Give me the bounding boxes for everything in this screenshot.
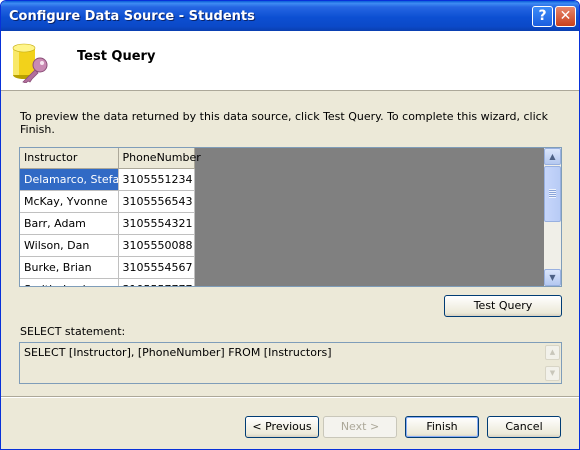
- grip-icon: [549, 189, 556, 198]
- instructions-text: To preview the data returned by this dat…: [20, 110, 549, 136]
- results-grid[interactable]: Instructor PhoneNumber Delamarco, Stefan…: [19, 147, 562, 287]
- select-statement-label: SELECT statement:: [20, 325, 126, 338]
- title-bar[interactable]: Configure Data Source - Students ? ✕: [1, 1, 579, 31]
- cell-phone[interactable]: 3105554321: [118, 212, 195, 235]
- scroll-thumb[interactable]: [544, 166, 561, 222]
- page-heading: Test Query: [77, 49, 156, 64]
- results-table[interactable]: Instructor PhoneNumber Delamarco, Stefan…: [20, 148, 201, 286]
- cell-instructor[interactable]: Burke, Brian: [20, 256, 119, 279]
- column-header-phonenumber[interactable]: PhoneNumber: [118, 148, 201, 169]
- cell-phone[interactable]: 3105557777: [118, 278, 195, 286]
- table-row[interactable]: Wilson, Dan 3105550088: [20, 234, 195, 257]
- cell-phone[interactable]: 3105550088: [118, 234, 195, 257]
- table-row[interactable]: Smith, Louis 3105557777: [20, 278, 195, 286]
- close-button[interactable]: ✕: [555, 6, 576, 27]
- sql-statement-box[interactable]: SELECT [Instructor], [PhoneNumber] FROM …: [19, 342, 562, 384]
- test-query-button[interactable]: Test Query: [444, 295, 562, 317]
- dialog-window: Configure Data Source - Students ? ✕ Tes…: [0, 0, 580, 450]
- finish-button[interactable]: Finish: [405, 416, 479, 438]
- help-button[interactable]: ?: [532, 6, 553, 27]
- cell-instructor[interactable]: Wilson, Dan: [20, 234, 119, 257]
- cell-instructor[interactable]: Delamarco, Stefan: [20, 168, 119, 191]
- scroll-up-arrow-icon: ▲: [545, 345, 560, 360]
- cancel-button[interactable]: Cancel: [487, 416, 561, 438]
- table-row[interactable]: Barr, Adam 3105554321: [20, 212, 195, 235]
- footer-divider: [1, 396, 579, 398]
- cell-instructor[interactable]: McKay, Yvonne: [20, 190, 119, 213]
- column-header-instructor[interactable]: Instructor: [20, 148, 119, 169]
- table-row[interactable]: McKay, Yvonne 3105556543: [20, 190, 195, 213]
- scroll-down-arrow-icon: ▼: [545, 366, 560, 381]
- table-row[interactable]: Delamarco, Stefan 3105551234: [20, 168, 195, 191]
- cell-phone[interactable]: 3105554567: [118, 256, 195, 279]
- database-key-icon: [12, 43, 48, 83]
- cell-instructor[interactable]: Barr, Adam: [20, 212, 119, 235]
- cell-phone[interactable]: 3105556543: [118, 190, 195, 213]
- cell-instructor[interactable]: Smith, Louis: [20, 278, 119, 286]
- sql-text[interactable]: SELECT [Instructor], [PhoneNumber] FROM …: [24, 346, 332, 359]
- sql-scrollbar: ▲ ▼: [544, 343, 561, 383]
- next-button[interactable]: Next >: [323, 416, 397, 438]
- grid-vertical-scrollbar[interactable]: ▲ ▼: [544, 148, 561, 286]
- scroll-up-arrow-icon[interactable]: ▲: [544, 148, 561, 165]
- window-title: Configure Data Source - Students: [9, 9, 255, 24]
- previous-button[interactable]: < Previous: [245, 416, 319, 438]
- wizard-header: Test Query: [1, 31, 579, 91]
- cell-phone[interactable]: 3105551234: [118, 168, 195, 191]
- table-row[interactable]: Burke, Brian 3105554567: [20, 256, 195, 279]
- scroll-down-arrow-icon[interactable]: ▼: [544, 269, 561, 286]
